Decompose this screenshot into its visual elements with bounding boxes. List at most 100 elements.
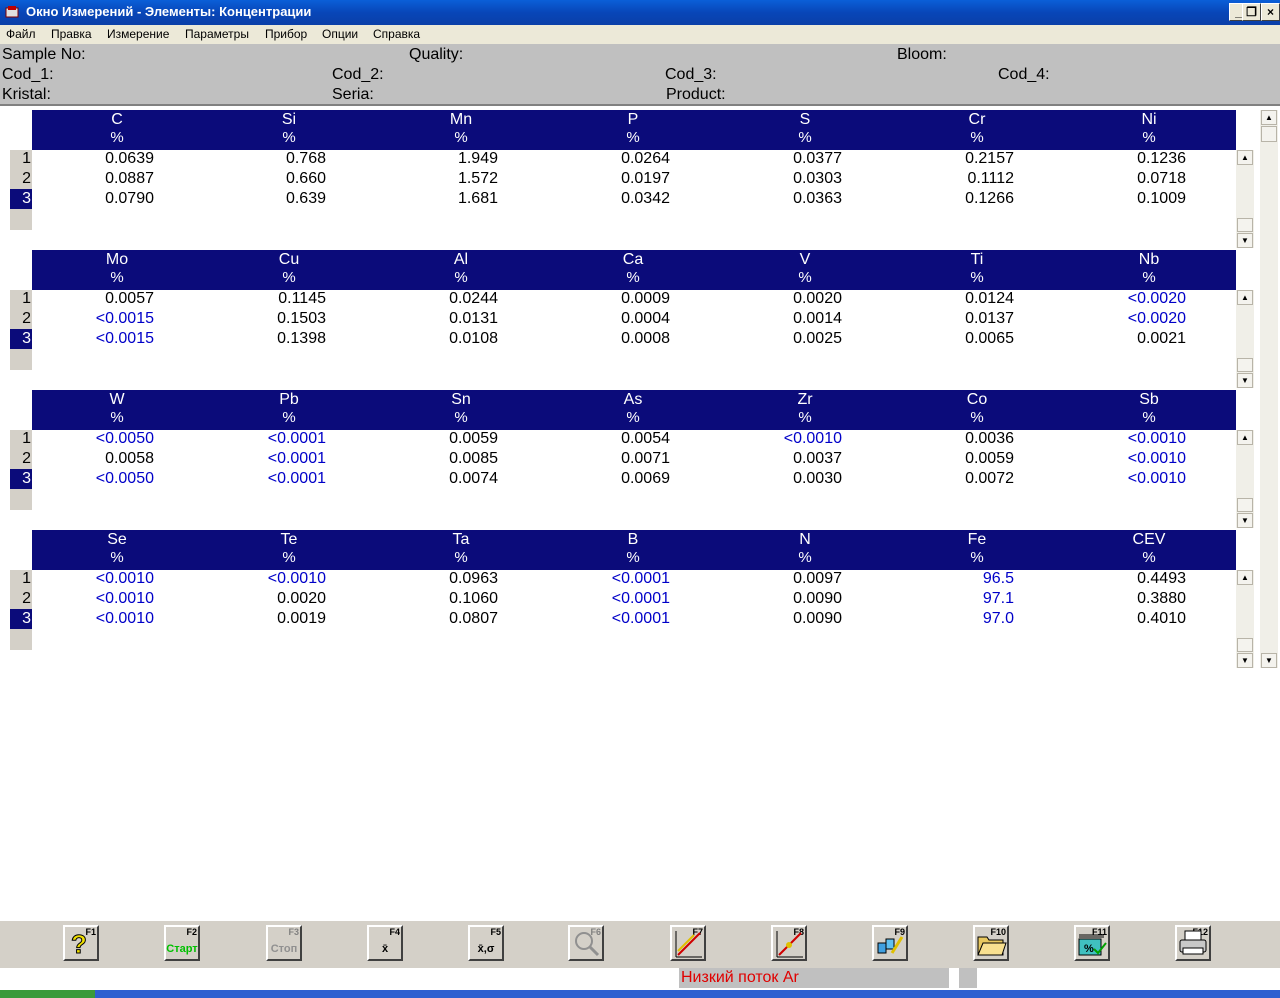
element-symbol[interactable]: B	[547, 531, 719, 548]
scroll-thumb[interactable]	[1237, 218, 1253, 232]
menu-edit[interactable]: Правка	[51, 27, 92, 41]
function-button-f6[interactable]: F6	[568, 925, 604, 961]
function-button-f3[interactable]: F3 Стоп	[266, 925, 302, 961]
element-symbol[interactable]: Ca	[547, 251, 719, 268]
function-button-f5[interactable]: F5 x̄,σ	[468, 925, 504, 961]
close-button[interactable]: ×	[1261, 3, 1280, 21]
scroll-down-icon[interactable]: ▼	[1237, 373, 1253, 388]
window-title: Окно Измерений - Элементы: Концентрации	[26, 4, 312, 19]
row-number[interactable]: 2	[10, 449, 32, 469]
scroll-thumb[interactable]	[1261, 126, 1277, 142]
function-button-f11[interactable]: F11%	[1074, 925, 1110, 961]
function-button-f8[interactable]: F8	[771, 925, 807, 961]
scroll-up-icon[interactable]: ▲	[1237, 150, 1253, 165]
concentration-cell: 0.1266	[965, 190, 1014, 207]
element-symbol[interactable]: CEV	[1063, 531, 1235, 548]
element-unit: %	[626, 409, 640, 426]
element-symbol[interactable]: Co	[891, 391, 1063, 408]
element-symbol[interactable]: Sb	[1063, 391, 1235, 408]
element-symbol[interactable]: Ni	[1063, 111, 1235, 128]
row-number[interactable]: 3	[10, 469, 32, 489]
concentration-cell: 96.5	[982, 570, 1014, 587]
row-number[interactable]: 2	[10, 169, 32, 189]
scroll-thumb[interactable]	[1237, 638, 1253, 652]
element-unit: %	[798, 269, 812, 286]
start-button[interactable]	[0, 990, 95, 998]
block-vertical-scrollbar[interactable]: ▲ ▼	[1236, 290, 1254, 388]
app-icon	[5, 6, 19, 18]
menu-parameters[interactable]: Параметры	[185, 27, 249, 41]
concentration-cell: 0.0020	[277, 590, 326, 607]
concentration-cell: 0.0718	[1137, 170, 1186, 187]
scroll-up-icon[interactable]: ▲	[1237, 430, 1253, 445]
element-symbol[interactable]: V	[719, 251, 891, 268]
element-symbol[interactable]: Zr	[719, 391, 891, 408]
row-number[interactable]: 2	[10, 309, 32, 329]
concentration-cell: <0.0001	[611, 590, 670, 607]
element-header-row: C% Si% Mn% P% S% Cr% Ni%	[32, 110, 1236, 150]
function-button-f2[interactable]: F2 Старт	[164, 925, 200, 961]
row-number[interactable]: 1	[10, 569, 32, 589]
scroll-up-icon[interactable]: ▲	[1261, 110, 1277, 125]
scroll-up-icon[interactable]: ▲	[1237, 290, 1253, 305]
function-button-f1[interactable]: F1?	[63, 925, 99, 961]
element-symbol[interactable]: Se	[31, 531, 203, 548]
menu-file[interactable]: Файл	[6, 27, 36, 41]
menu-measurement[interactable]: Измерение	[107, 27, 169, 41]
block-vertical-scrollbar[interactable]: ▲ ▼	[1236, 430, 1254, 528]
row-number[interactable]: 1	[10, 289, 32, 309]
concentration-cell: 0.0963	[449, 570, 498, 587]
element-symbol[interactable]: Ta	[375, 531, 547, 548]
concentration-cell: 97.1	[982, 590, 1014, 607]
concentration-cell: <0.0015	[95, 310, 154, 327]
element-symbol[interactable]: S	[719, 111, 891, 128]
function-button-f4[interactable]: F4 x̄	[367, 925, 403, 961]
block-vertical-scrollbar[interactable]: ▲ ▼	[1236, 150, 1254, 248]
element-symbol[interactable]: Te	[203, 531, 375, 548]
row-number[interactable]: 1	[10, 149, 32, 169]
scroll-down-icon[interactable]: ▼	[1237, 233, 1253, 248]
element-symbol[interactable]: Nb	[1063, 251, 1235, 268]
element-symbol[interactable]: As	[547, 391, 719, 408]
element-unit: %	[454, 409, 468, 426]
concentration-cell: <0.0020	[1127, 310, 1186, 327]
element-symbol[interactable]: Si	[203, 111, 375, 128]
element-symbol[interactable]: Cr	[891, 111, 1063, 128]
scroll-down-icon[interactable]: ▼	[1237, 653, 1253, 668]
element-symbol[interactable]: Al	[375, 251, 547, 268]
element-symbol[interactable]: W	[31, 391, 203, 408]
element-symbol[interactable]: Pb	[203, 391, 375, 408]
row-number[interactable]: 2	[10, 589, 32, 609]
row-number[interactable]: 1	[10, 429, 32, 449]
scroll-down-icon[interactable]: ▼	[1261, 653, 1277, 668]
element-symbol[interactable]: N	[719, 531, 891, 548]
concentration-cell: 0.0807	[449, 610, 498, 627]
function-button-f10[interactable]: F10	[973, 925, 1009, 961]
function-button-f12[interactable]: F12	[1175, 925, 1211, 961]
element-unit: %	[970, 549, 984, 566]
row-number[interactable]: 3	[10, 329, 32, 349]
menu-device[interactable]: Прибор	[265, 27, 307, 41]
element-unit: %	[970, 129, 984, 146]
menu-help[interactable]: Справка	[373, 27, 420, 41]
restore-button[interactable]: ❐	[1242, 3, 1261, 21]
scroll-up-icon[interactable]: ▲	[1237, 570, 1253, 585]
element-symbol[interactable]: Fe	[891, 531, 1063, 548]
scroll-thumb[interactable]	[1237, 498, 1253, 512]
scroll-down-icon[interactable]: ▼	[1237, 513, 1253, 528]
menu-options[interactable]: Опции	[322, 27, 358, 41]
element-symbol[interactable]: C	[31, 111, 203, 128]
main-vertical-scrollbar[interactable]: ▲ ▼	[1260, 110, 1278, 668]
function-button-f9[interactable]: F9	[872, 925, 908, 961]
element-symbol[interactable]: Mo	[31, 251, 203, 268]
function-button-f7[interactable]: F7	[670, 925, 706, 961]
element-symbol[interactable]: Ti	[891, 251, 1063, 268]
block-vertical-scrollbar[interactable]: ▲ ▼	[1236, 570, 1254, 668]
element-symbol[interactable]: P	[547, 111, 719, 128]
element-symbol[interactable]: Sn	[375, 391, 547, 408]
scroll-thumb[interactable]	[1237, 358, 1253, 372]
element-symbol[interactable]: Mn	[375, 111, 547, 128]
row-number[interactable]: 3	[10, 609, 32, 629]
row-number[interactable]: 3	[10, 189, 32, 209]
element-symbol[interactable]: Cu	[203, 251, 375, 268]
